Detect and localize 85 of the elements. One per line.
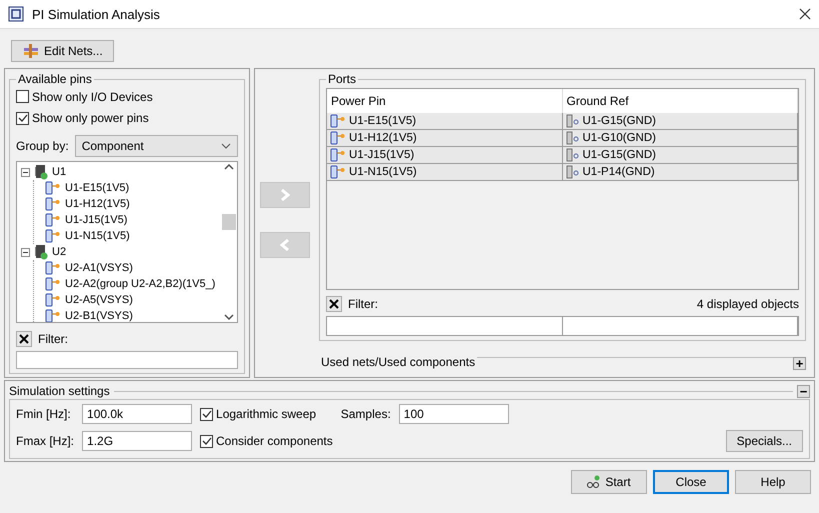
checkbox[interactable]: [16, 112, 29, 125]
checkbox-label: Show only I/O Devices: [32, 90, 153, 104]
checkbox[interactable]: [200, 434, 214, 448]
tree-item[interactable]: U1-H12(1V5): [65, 198, 130, 210]
group-title: Ports: [327, 72, 358, 86]
dialog-button[interactable]: Close: [653, 470, 729, 494]
pin-icon: [329, 114, 347, 128]
dropdown-caret-icon: [221, 143, 231, 150]
table-cell: U1-H12(1V5): [327, 130, 562, 146]
start-icon: [587, 475, 602, 489]
collapse-icon[interactable]: [21, 168, 30, 177]
pin-icon: [329, 131, 347, 145]
samples-field[interactable]: 100: [398, 404, 509, 424]
pin-icon: [44, 213, 62, 228]
expand-button[interactable]: +: [793, 356, 806, 370]
filter-label: Filter:: [348, 297, 378, 311]
fmin-field[interactable]: 100.0k: [82, 404, 192, 424]
scrollbar[interactable]: [221, 162, 237, 322]
field-label: Fmax [Hz]:: [16, 434, 74, 448]
specials-button[interactable]: Specials...: [726, 430, 803, 452]
table-cell: U1-J15(1V5): [327, 147, 562, 163]
pin-icon: [329, 165, 347, 179]
checkbox[interactable]: [200, 408, 214, 420]
tree-item[interactable]: U1-J15(1V5): [65, 214, 128, 226]
group-by-dropdown[interactable]: Component: [74, 135, 238, 158]
filter-field[interactable]: [562, 317, 798, 335]
table-cell: U1-P14(GND): [562, 164, 798, 180]
checkbox-label: Show only power pins: [32, 111, 149, 126]
clear-icon[interactable]: [16, 331, 32, 348]
table-cell: U1-N15(1V5): [327, 164, 562, 180]
tree-item[interactable]: U2-A2(group U2-A2,B2)(1V5_): [65, 278, 216, 290]
object-count: 4 displayed objects: [696, 297, 799, 311]
app-icon: [8, 6, 24, 22]
scroll-up-icon[interactable]: [224, 164, 234, 170]
pin-icon: [44, 309, 62, 322]
tree-item[interactable]: U2-B1(VSYS): [65, 310, 133, 322]
tree-item[interactable]: U2-A5(VSYS): [65, 294, 133, 306]
ground-pin-icon: [564, 131, 580, 145]
table-cell: U1-G15(GND): [562, 147, 798, 163]
scroll-down-icon[interactable]: [224, 314, 234, 320]
group-title: Available pins: [17, 72, 93, 86]
pin-icon: [44, 229, 62, 244]
pin-icon: [329, 148, 347, 162]
filter-field[interactable]: [327, 317, 562, 335]
ground-pin-icon: [564, 148, 580, 162]
filter-label: Filter:: [38, 332, 68, 346]
pin-icon: [44, 181, 62, 196]
table-cell: U1-G10(GND): [562, 130, 798, 146]
field-label: Samples:: [340, 407, 391, 421]
pin-icon: [44, 277, 62, 292]
field-label: Group by:: [16, 139, 69, 154]
checkbox-label: Logarithmic sweep: [216, 407, 316, 421]
tree-item[interactable]: U1: [52, 166, 66, 178]
table-cell: U1-G15(GND): [562, 113, 798, 129]
chip-icon: [33, 164, 49, 180]
edit-nets-button[interactable]: Edit Nets...: [11, 40, 114, 62]
window-title: PI Simulation Analysis: [32, 6, 161, 22]
tree-item[interactable]: U1-N15(1V5): [65, 230, 130, 242]
group-title: Used nets/Used components: [319, 355, 478, 369]
tree-item[interactable]: U2-A1(VSYS): [65, 262, 133, 274]
group-title: Simulation settings: [9, 384, 110, 398]
table-cell: U1-E15(1V5): [327, 113, 562, 129]
filter-field[interactable]: [16, 351, 238, 370]
ground-pin-icon: [564, 165, 580, 179]
tree-item[interactable]: U2: [52, 246, 66, 258]
checkbox[interactable]: [16, 90, 29, 104]
start-button[interactable]: Start: [571, 470, 647, 494]
close-icon[interactable]: [799, 8, 811, 20]
chevron-right-icon: [280, 189, 290, 201]
nets-icon: [22, 43, 40, 59]
tree-item[interactable]: U1-E15(1V5): [65, 182, 130, 194]
dialog-button[interactable]: Help: [735, 470, 811, 494]
scroll-thumb[interactable]: [222, 214, 236, 230]
field-label: Fmin [Hz]:: [16, 407, 72, 421]
pin-icon: [44, 293, 62, 308]
pin-icon: [44, 261, 62, 276]
ground-pin-icon: [564, 114, 580, 128]
collapse-button[interactable]: −: [797, 384, 810, 398]
chip-icon: [33, 244, 49, 260]
clear-icon[interactable]: [326, 296, 342, 312]
collapse-icon[interactable]: [21, 248, 30, 257]
fmax-field[interactable]: 1.2G: [82, 431, 192, 451]
checkbox-label: Consider components: [216, 434, 333, 448]
pin-icon: [44, 197, 62, 212]
chevron-left-icon: [280, 239, 290, 251]
